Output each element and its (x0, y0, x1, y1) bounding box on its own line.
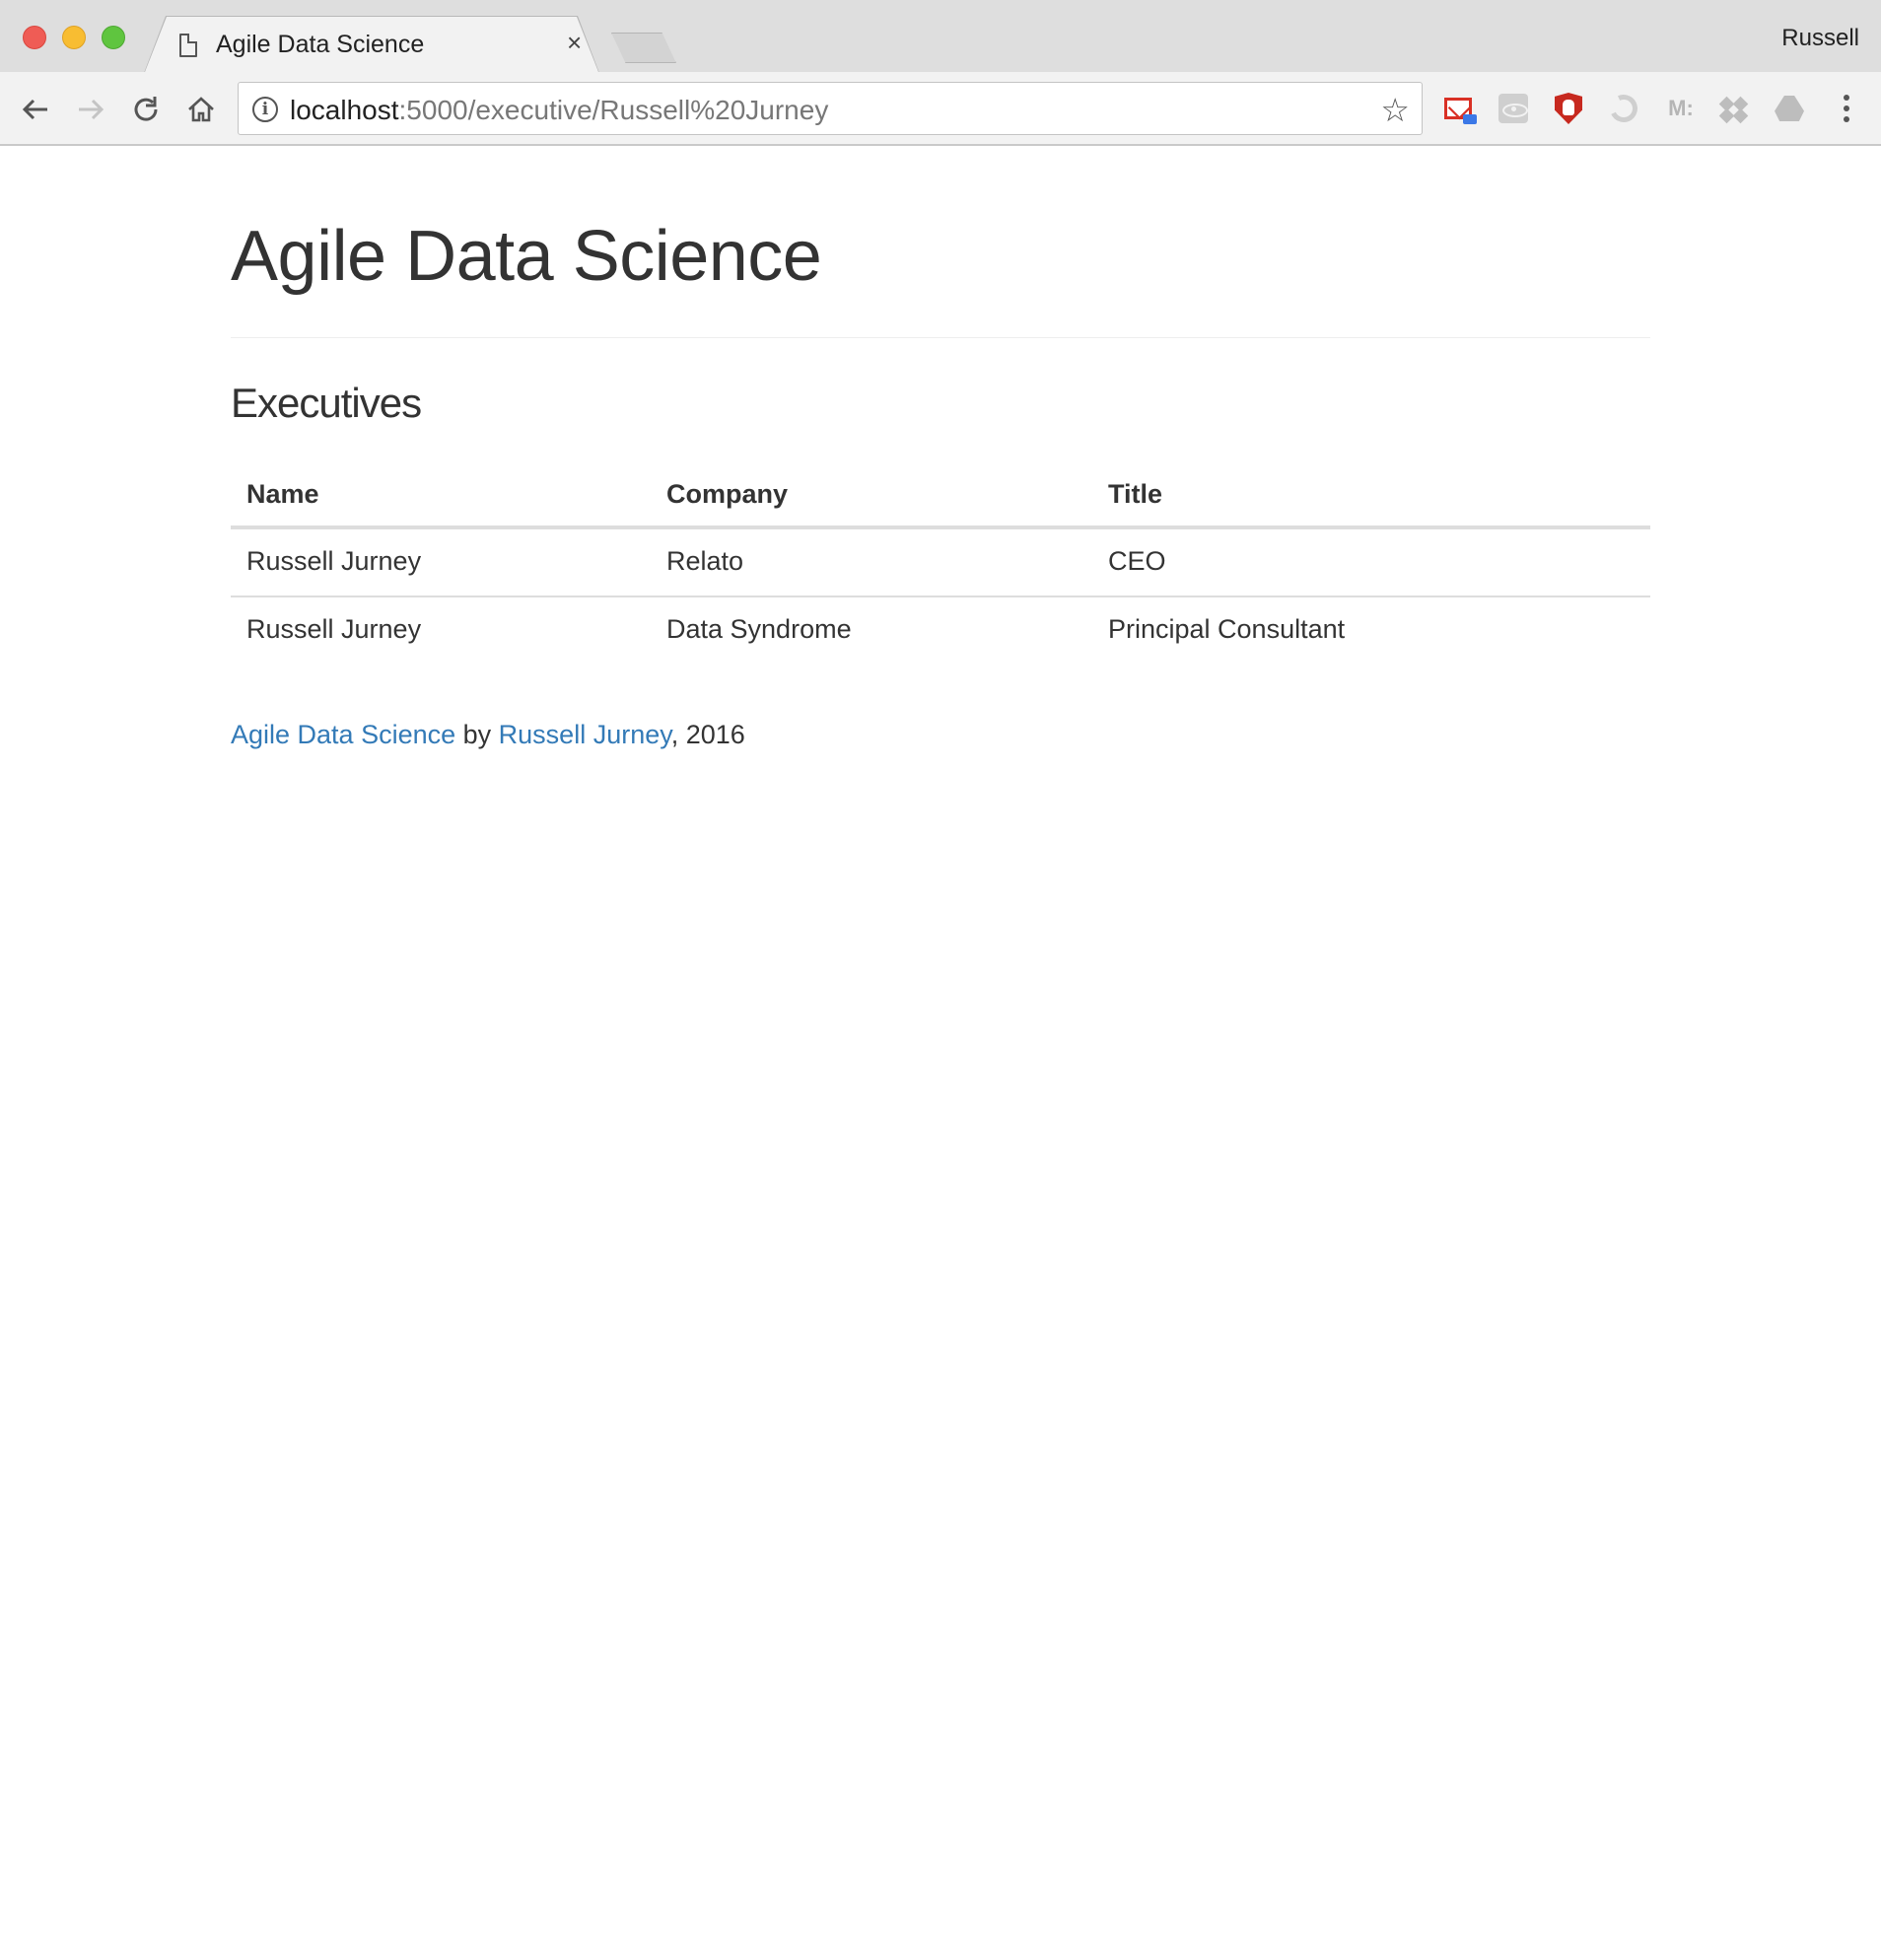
gmail-icon[interactable] (1441, 92, 1477, 125)
minimize-window-button[interactable] (62, 26, 86, 49)
back-button[interactable] (16, 90, 55, 129)
table-row: Russell Jurney Data Syndrome Principal C… (231, 595, 1650, 664)
bookmark-star-icon[interactable]: ☆ (1380, 91, 1410, 129)
table-row: Russell Jurney Relato CEO (231, 527, 1650, 596)
executives-table: Name Company Title Russell Jurney Relato… (231, 466, 1650, 664)
markdown-icon[interactable]: M: (1664, 92, 1698, 125)
column-header-name: Name (231, 466, 651, 529)
back-arrow-icon (22, 99, 47, 120)
section-title: Executives (231, 380, 422, 426)
footer-by-text: by (455, 720, 499, 749)
dropbox-icon[interactable] (1717, 92, 1751, 125)
header-divider (231, 337, 1650, 338)
footer-year-text: , 2016 (670, 720, 745, 749)
reload-icon (134, 97, 158, 121)
table-header-row: Name Company Title (231, 466, 1650, 529)
tab-title: Agile Data Science (216, 31, 425, 58)
footer-book-link[interactable]: Agile Data Science (231, 720, 455, 749)
address-bar[interactable]: i localhost:5000/executive/Russell%20Jur… (238, 82, 1423, 135)
cell-title: Principal Consultant (1092, 595, 1650, 664)
new-tab-button[interactable] (611, 33, 676, 63)
cell-name: Russell Jurney (246, 546, 422, 576)
page-content: Agile Data Science Executives Name Compa… (231, 146, 1650, 750)
tab-close-icon[interactable]: × (567, 29, 582, 56)
google-drive-icon[interactable] (1773, 92, 1806, 125)
browser-titlebar: Agile Data Science × Russell (0, 0, 1881, 72)
cell-company: Data Syndrome (651, 595, 1092, 664)
column-header-title: Title (1092, 466, 1650, 529)
column-header-company: Company (651, 466, 1092, 529)
close-window-button[interactable] (23, 26, 46, 49)
site-info-icon[interactable]: i (252, 97, 278, 122)
browser-toolbar: i localhost:5000/executive/Russell%20Jur… (0, 72, 1881, 146)
footer-author-link[interactable]: Russell Jurney (499, 720, 671, 749)
reload-button[interactable] (126, 90, 166, 129)
page-title: Agile Data Science (231, 217, 822, 296)
react-devtools-icon[interactable] (1497, 92, 1530, 125)
url-path: :5000/executive/Russell%20Jurney (398, 95, 829, 125)
markdown-icon-label: M: (1668, 96, 1694, 120)
tab-active[interactable]: Agile Data Science × (145, 17, 598, 72)
chrome-menu-icon[interactable] (1842, 92, 1851, 125)
url-text[interactable]: localhost:5000/executive/Russell%20Jurne… (290, 95, 828, 126)
home-button[interactable] (181, 90, 221, 129)
url-host: localhost (290, 95, 399, 125)
profile-button[interactable]: Russell (1781, 25, 1859, 52)
cell-name: Russell Jurney (231, 595, 651, 664)
home-icon (188, 97, 214, 122)
footer: Agile Data Science by Russell Jurney, 20… (231, 720, 1650, 750)
page-icon (179, 34, 197, 57)
ublock-icon[interactable] (1552, 92, 1585, 125)
forward-button[interactable] (71, 90, 110, 129)
forward-arrow-icon (79, 99, 104, 120)
swirl-icon[interactable] (1606, 91, 1641, 126)
zoom-window-button[interactable] (102, 26, 125, 49)
cell-title: CEO (1108, 546, 1166, 576)
cell-company: Relato (666, 546, 744, 576)
